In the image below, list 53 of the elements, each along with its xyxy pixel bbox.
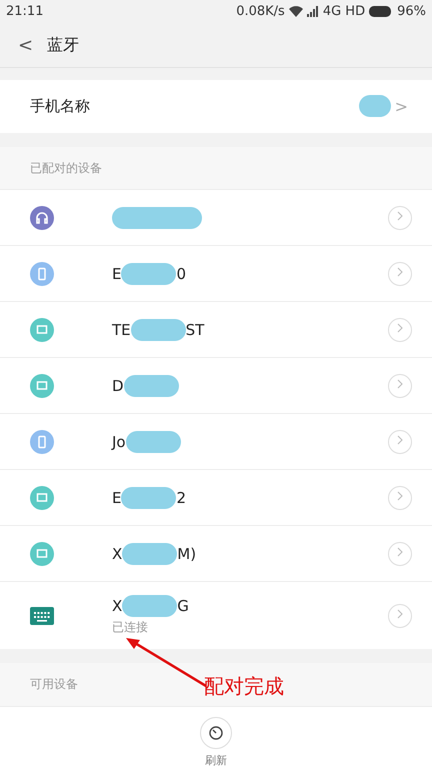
device-name: X xyxy=(112,597,122,616)
device-name: E xyxy=(112,488,122,507)
back-button[interactable]: < xyxy=(18,34,34,56)
page-title: 蓝牙 xyxy=(47,34,80,56)
section-label: 可用设备 xyxy=(30,676,78,694)
redaction-mark xyxy=(130,318,186,341)
details-button[interactable] xyxy=(388,262,412,286)
device-name: X xyxy=(112,544,122,563)
device-name: E xyxy=(112,264,122,283)
battery-percent: 96% xyxy=(397,4,426,20)
redaction-mark xyxy=(122,595,178,618)
chevron-icon xyxy=(396,211,404,222)
device-name: 0 xyxy=(176,264,186,283)
redaction-mark xyxy=(121,262,176,285)
refresh-label: 刷新 xyxy=(205,753,227,768)
chevron-icon xyxy=(396,609,404,620)
phone-name-label: 手机名称 xyxy=(30,96,90,116)
details-button[interactable] xyxy=(388,604,412,628)
refresh-button[interactable] xyxy=(200,717,232,749)
connection-status: 已连接 xyxy=(112,619,149,636)
details-button[interactable] xyxy=(388,206,412,230)
network-speed: 0.08K/s xyxy=(236,4,285,20)
redaction-mark xyxy=(124,374,179,397)
device-name: ST xyxy=(186,320,204,339)
status-time: 21:11 xyxy=(6,4,44,20)
chevron-icon xyxy=(396,379,404,390)
wifi-icon xyxy=(288,6,303,18)
device-name: D xyxy=(112,376,124,395)
network-type: 4G HD xyxy=(322,4,366,20)
battery-icon xyxy=(369,6,394,18)
chevron-icon xyxy=(396,547,404,558)
redaction-mark xyxy=(121,486,176,509)
device-name: TE xyxy=(112,320,131,339)
chevron-icon xyxy=(396,267,404,278)
device-name: M) xyxy=(177,544,196,563)
device-name: Jo xyxy=(112,432,126,451)
details-button[interactable] xyxy=(388,486,412,510)
chevron-icon xyxy=(396,323,404,334)
redaction-mark xyxy=(122,542,178,565)
details-button[interactable] xyxy=(388,542,412,566)
annotation-text: 配对完成 xyxy=(204,673,284,700)
redaction-mark xyxy=(126,430,181,453)
device-name: G xyxy=(177,597,189,616)
signal-icon xyxy=(306,6,319,18)
redaction-mark xyxy=(358,95,391,118)
details-button[interactable] xyxy=(388,430,412,454)
section-label: 已配对的设备 xyxy=(30,160,102,177)
chevron-icon xyxy=(396,491,404,502)
details-button[interactable] xyxy=(388,318,412,342)
device-name: 2 xyxy=(176,488,186,507)
timer-icon xyxy=(208,725,224,741)
details-button[interactable] xyxy=(388,374,412,398)
chevron-icon xyxy=(396,435,404,446)
